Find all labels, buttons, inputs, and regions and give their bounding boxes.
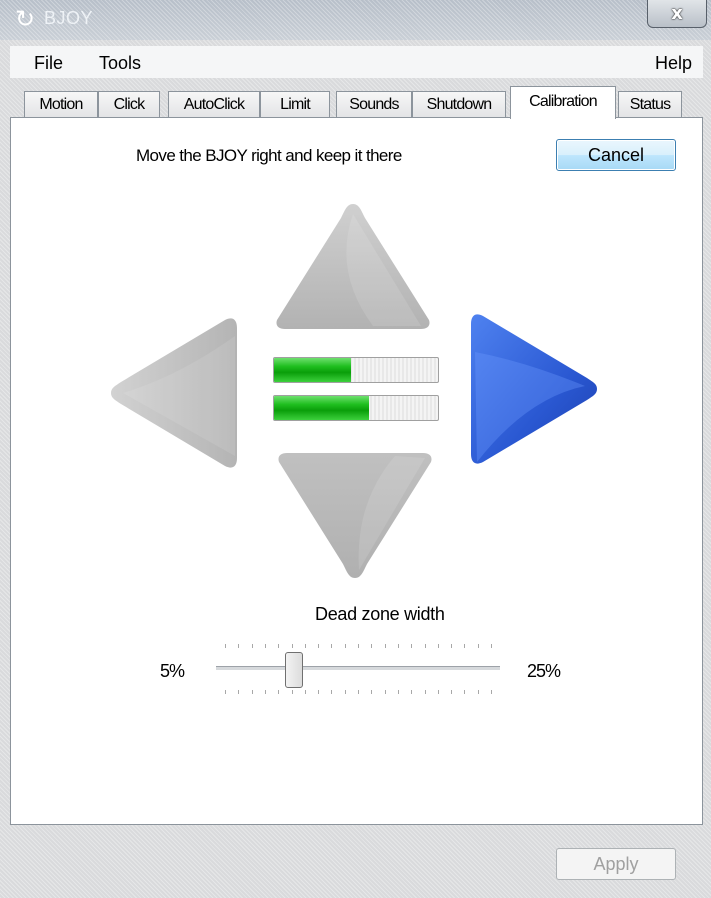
menu-file[interactable]: File <box>34 53 63 74</box>
slider-tick <box>292 644 293 648</box>
tab-shutdown[interactable]: Shutdown <box>412 91 506 118</box>
slider-tick <box>371 690 372 694</box>
bjoy-app-icon: ↻ <box>14 5 36 33</box>
slider-thumb[interactable] <box>285 652 303 688</box>
deadzone-max-label: 25% <box>527 661 561 681</box>
slider-tick <box>438 690 439 694</box>
slider-tick <box>438 644 439 648</box>
tab-limit[interactable]: Limit <box>260 91 330 118</box>
slider-tick <box>278 690 279 694</box>
slider-tick <box>371 644 372 648</box>
slider-tick <box>398 690 399 694</box>
menu-help[interactable]: Help <box>655 53 692 74</box>
up-arrow-icon <box>276 204 430 329</box>
calibration-panel: Move the BJOY right and keep it there Ca… <box>10 117 703 825</box>
slider-tick <box>425 690 426 694</box>
slider-tick <box>385 690 386 694</box>
slider-tick <box>464 690 465 694</box>
slider-tick <box>331 644 332 648</box>
tab-status[interactable]: Status <box>618 91 682 118</box>
app-window: ↻ BJOY x File Tools Help Motion Click Au… <box>0 0 711 898</box>
slider-tick <box>398 644 399 648</box>
tab-click[interactable]: Click <box>98 91 160 118</box>
slider-tick <box>318 644 319 648</box>
slider-tick <box>451 690 452 694</box>
slider-tick <box>305 644 306 648</box>
tab-sounds[interactable]: Sounds <box>336 91 412 118</box>
slider-tick <box>411 690 412 694</box>
slider-tick <box>278 644 279 648</box>
right-arrow-icon-active <box>471 314 597 464</box>
left-arrow-icon <box>111 318 237 468</box>
slider-tick <box>225 690 226 694</box>
slider-tick <box>305 690 306 694</box>
calibration-x-bar <box>273 357 439 383</box>
cancel-button[interactable]: Cancel <box>556 139 676 171</box>
slider-tick <box>425 644 426 648</box>
slider-tick <box>411 644 412 648</box>
menu-bar: File Tools Help <box>10 46 703 78</box>
apply-button[interactable]: Apply <box>556 848 676 880</box>
calibration-y-bar <box>273 395 439 421</box>
tab-strip: Motion Click AutoClick Limit Sounds Shut… <box>10 86 703 119</box>
calibration-instruction: Move the BJOY right and keep it there <box>136 146 402 165</box>
slider-tick <box>385 644 386 648</box>
slider-tick <box>451 644 452 648</box>
slider-tick <box>331 690 332 694</box>
slider-tick <box>478 690 479 694</box>
window-title: BJOY <box>44 8 94 28</box>
slider-tick <box>358 644 359 648</box>
slider-tick <box>491 690 492 694</box>
slider-tick <box>292 690 293 694</box>
tab-autoclick[interactable]: AutoClick <box>168 91 260 118</box>
menu-tools[interactable]: Tools <box>99 53 141 74</box>
slider-tick <box>265 644 266 648</box>
down-arrow-icon <box>278 453 432 578</box>
slider-tick <box>345 690 346 694</box>
slider-tick <box>238 644 239 648</box>
calibration-y-bar-fill <box>274 396 370 420</box>
slider-tick <box>265 690 266 694</box>
slider-tick <box>491 644 492 648</box>
slider-tick <box>318 690 319 694</box>
tab-calibration[interactable]: Calibration <box>510 86 616 119</box>
title-bar[interactable]: ↻ BJOY x <box>0 0 711 40</box>
deadzone-slider[interactable] <box>216 618 500 708</box>
slider-tick <box>238 690 239 694</box>
slider-track[interactable] <box>216 666 500 671</box>
slider-tick <box>478 644 479 648</box>
slider-tick <box>252 644 253 648</box>
deadzone-min-label: 5% <box>160 661 185 681</box>
calibration-x-bar-fill <box>274 358 352 382</box>
tab-motion[interactable]: Motion <box>24 91 98 118</box>
slider-tick <box>252 690 253 694</box>
slider-tick <box>358 690 359 694</box>
slider-tick <box>345 644 346 648</box>
close-button[interactable]: x <box>647 0 707 28</box>
slider-tick <box>225 644 226 648</box>
slider-tick <box>464 644 465 648</box>
